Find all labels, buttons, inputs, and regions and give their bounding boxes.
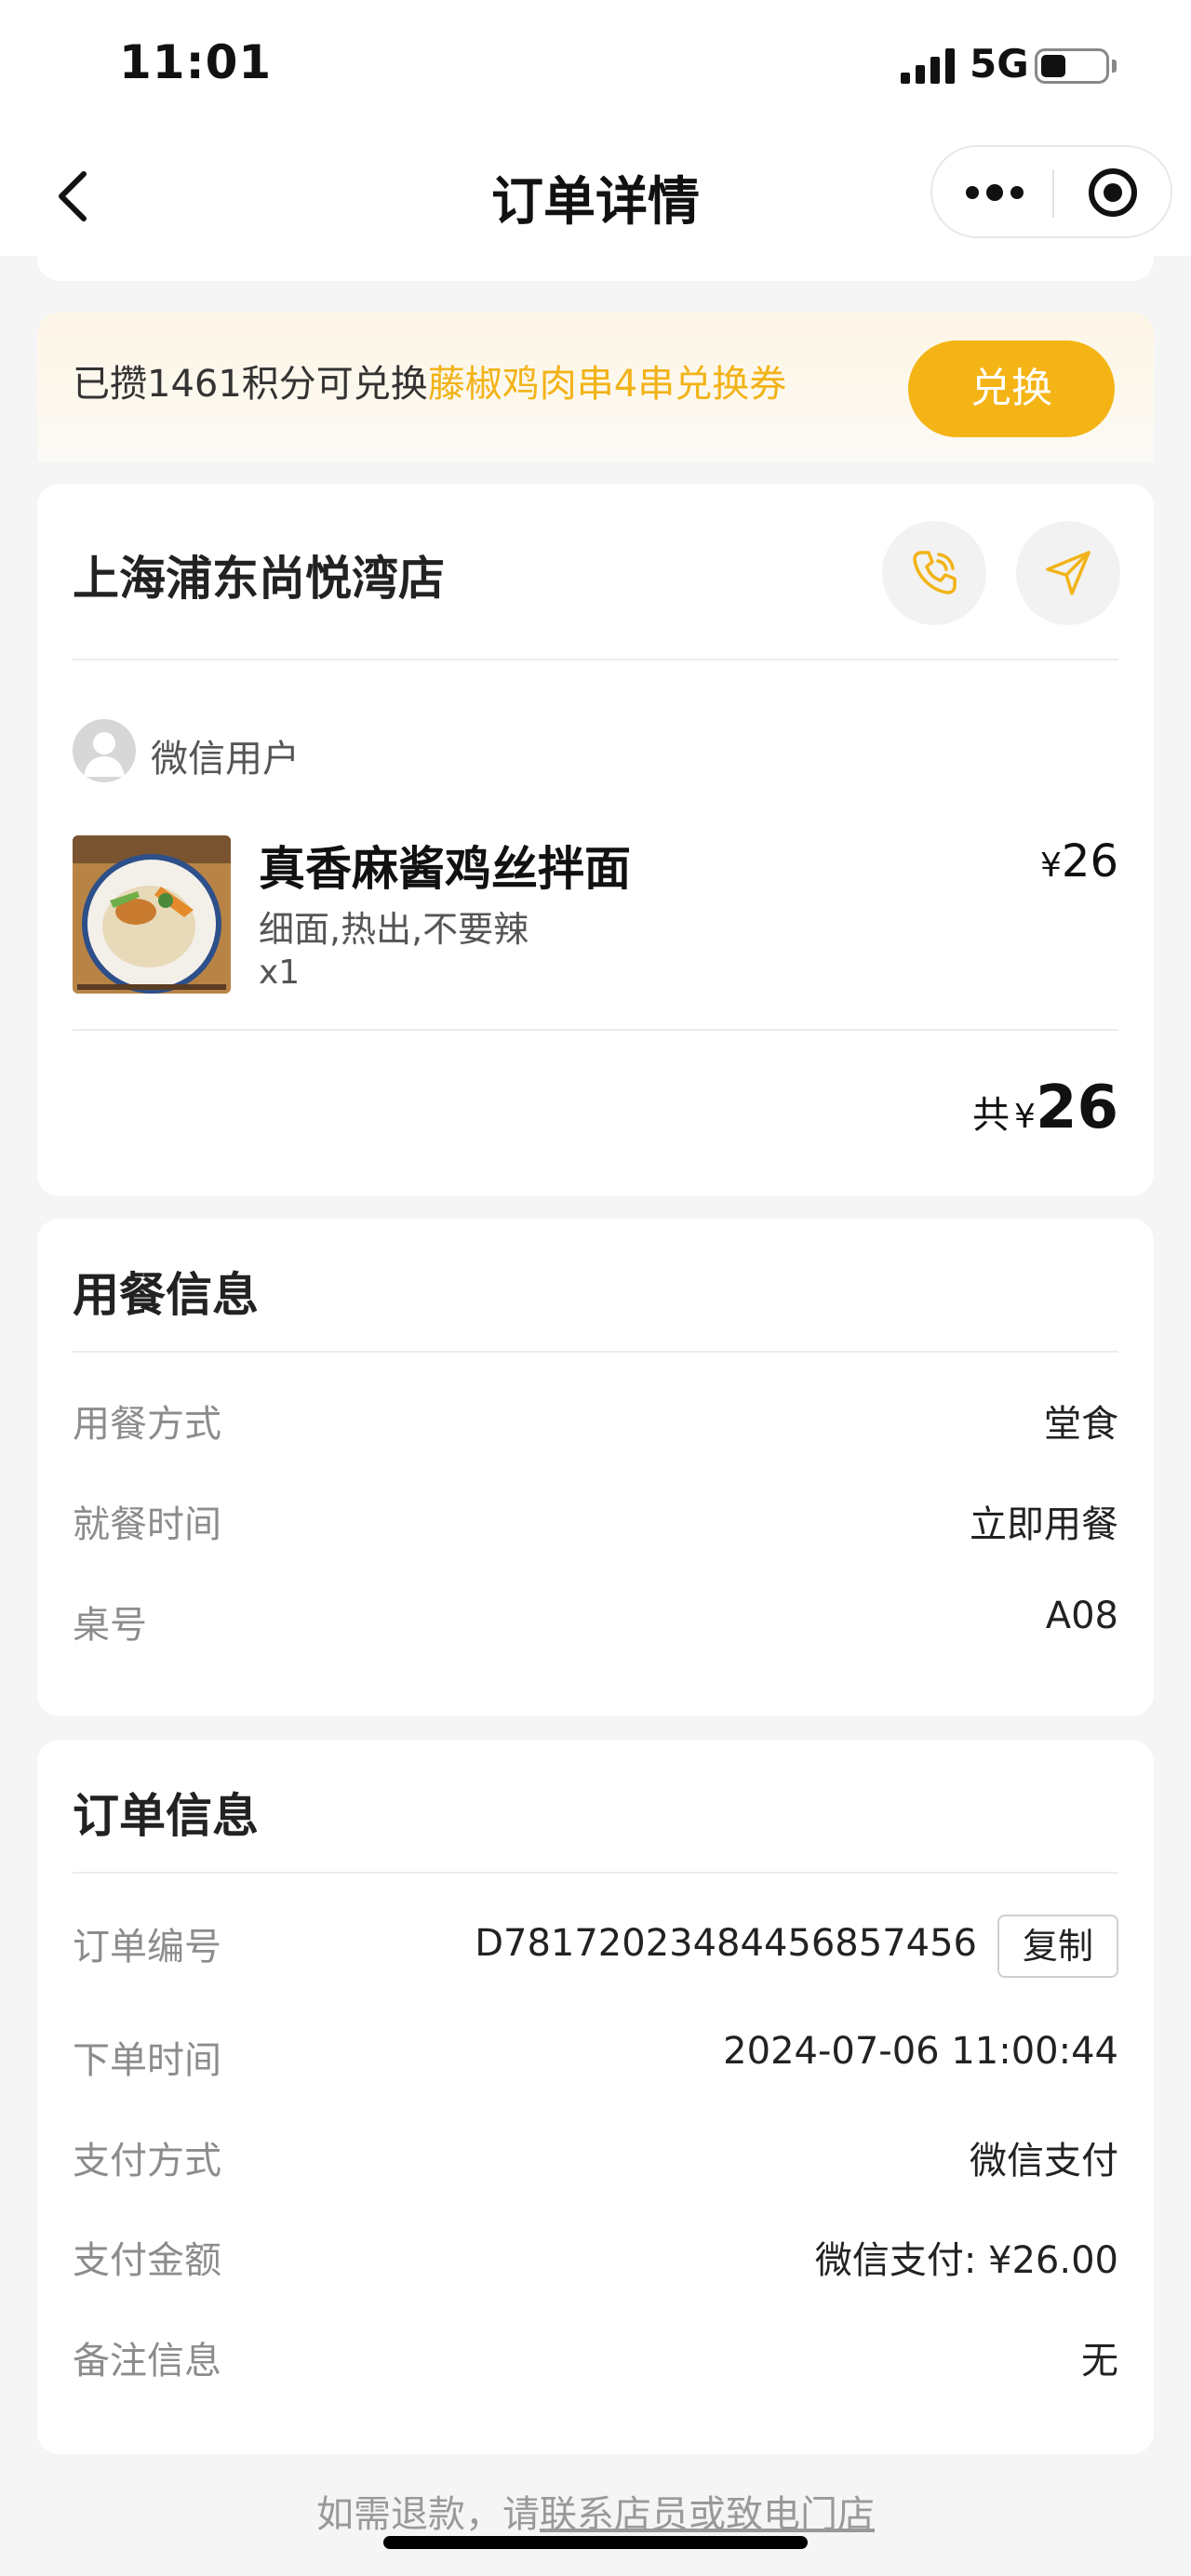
navigate-store-button[interactable] (1016, 521, 1120, 625)
store-card: 上海浦东尚悦湾店 微信用户 真香麻酱鸡丝拌面 ¥26 细面,热出,不要辣 x1 … (37, 484, 1154, 1196)
dish-name: 真香麻酱鸡丝拌面 (259, 842, 631, 896)
mini-program-capsule (930, 145, 1172, 238)
order-time-value: 2024-07-06 11:00:44 (723, 2030, 1118, 2073)
navigation-arrow-icon (1046, 551, 1091, 595)
order-total: 共 ¥26 (972, 1074, 1118, 1142)
meal-info-card: 用餐信息 用餐方式 堂食 就餐时间 立即用餐 桌号 A08 (37, 1219, 1154, 1716)
total-amount: 26 (1035, 1074, 1118, 1142)
payment-method-label: 支付方式 (73, 2140, 221, 2182)
network-type: 5G (970, 41, 1029, 87)
status-bar: 11:01 5G (0, 0, 1191, 140)
payment-amount-label: 支付金额 (73, 2239, 221, 2282)
order-info-card: 订单信息 订单编号 D78172023484456857456 复制 下单时间 … (37, 1740, 1154, 2454)
refund-note-prefix: 如需退款，请 (316, 2493, 540, 2536)
battery-icon (1035, 48, 1109, 84)
meal-time-value: 立即用餐 (970, 1503, 1118, 1546)
payment-amount-value: 微信支付: ¥26.00 (814, 2239, 1118, 2282)
points-banner: 已攒1461积分可兑换藤椒鸡肉串4串兑换券 兑换 (37, 313, 1154, 461)
dish-image (73, 835, 231, 994)
divider (73, 659, 1118, 661)
contact-store-link[interactable]: 联系店员或致电门店 (540, 2493, 875, 2536)
card-remnant (37, 256, 1154, 281)
more-dots-icon[interactable] (958, 166, 1051, 218)
divider (73, 1351, 1118, 1353)
total-label: 共 (971, 1094, 1010, 1137)
user-avatar-icon (84, 732, 125, 777)
avatar (73, 719, 136, 782)
table-number-label: 桌号 (73, 1604, 147, 1647)
order-time-label: 下单时间 (73, 2039, 221, 2082)
meal-time-label: 就餐时间 (73, 1503, 221, 1546)
store-name: 上海浦东尚悦湾店 (73, 552, 445, 606)
call-store-button[interactable] (882, 521, 986, 625)
dish-price: ¥26 (1040, 835, 1118, 888)
points-coupon: 藤椒鸡肉串4串兑换券 (427, 363, 787, 406)
signal-icon (901, 47, 958, 84)
divider (73, 1872, 1118, 1874)
remark-label: 备注信息 (73, 2340, 221, 2382)
battery-nub (1112, 60, 1117, 73)
capsule-divider (1052, 169, 1054, 218)
order-info-title: 订单信息 (73, 1789, 259, 1843)
target-icon[interactable] (1089, 168, 1137, 217)
user-name: 微信用户 (151, 738, 300, 781)
phone-icon (913, 551, 957, 594)
status-time: 11:01 (119, 35, 273, 89)
copy-button[interactable]: 复制 (997, 1915, 1118, 1978)
order-number-value: D78172023484456857456 (475, 1922, 977, 1965)
refund-note: 如需退款，请联系店员或致电门店 (0, 2484, 1191, 2538)
meal-info-title: 用餐信息 (73, 1268, 259, 1322)
divider (73, 1029, 1118, 1031)
order-number-label: 订单编号 (73, 1926, 221, 1969)
meal-mode-value: 堂食 (1044, 1403, 1118, 1446)
points-prefix: 已攒1461积分可兑换 (73, 363, 428, 406)
nav-bar: 订单详情 (0, 140, 1191, 256)
remark-value: 无 (1081, 2340, 1118, 2382)
redeem-button[interactable]: 兑换 (908, 340, 1115, 437)
table-number-value: A08 (1045, 1595, 1118, 1637)
payment-method-value: 微信支付 (970, 2140, 1118, 2182)
points-text: 已攒1461积分可兑换藤椒鸡肉串4串兑换券 (73, 354, 786, 407)
dish-spec: 细面,热出,不要辣 (259, 909, 529, 950)
dish-quantity: x1 (259, 954, 301, 992)
meal-mode-label: 用餐方式 (73, 1403, 221, 1446)
home-indicator[interactable] (383, 2536, 808, 2549)
total-currency: ¥ (1014, 1098, 1036, 1136)
